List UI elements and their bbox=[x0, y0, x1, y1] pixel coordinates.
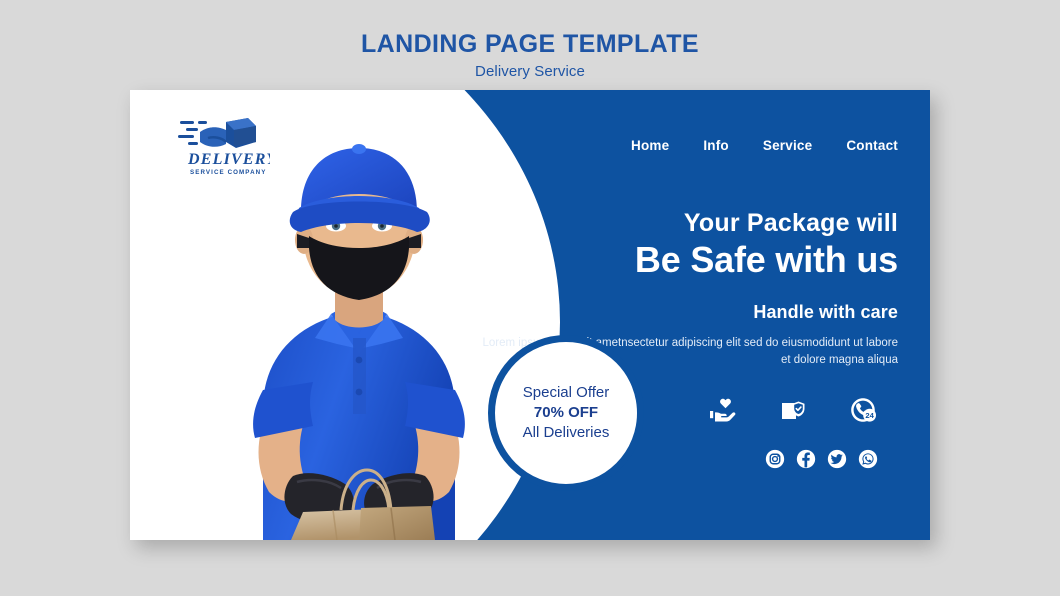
nav-item-home[interactable]: Home bbox=[631, 138, 669, 153]
page-subtitle: Delivery Service bbox=[475, 62, 585, 80]
box-shield-icon[interactable] bbox=[778, 395, 808, 425]
hero-line2: Be Safe with us bbox=[634, 238, 898, 280]
svg-text:24: 24 bbox=[865, 411, 874, 420]
facebook-icon[interactable] bbox=[796, 449, 816, 469]
svg-text:DELIVERY: DELIVERY bbox=[187, 151, 270, 168]
nav-item-info[interactable]: Info bbox=[703, 138, 729, 153]
hand-heart-icon[interactable] bbox=[708, 395, 738, 425]
landing-card: DELIVERY SERVICE COMPANY Home Info Servi… bbox=[130, 90, 930, 540]
twitter-icon[interactable] bbox=[827, 449, 847, 469]
hero-subheading: Handle with care bbox=[753, 301, 898, 322]
whatsapp-icon[interactable] bbox=[858, 449, 878, 469]
page-title: LANDING PAGE TEMPLATE bbox=[360, 30, 700, 58]
instagram-icon[interactable] bbox=[765, 449, 785, 469]
main-navigation[interactable]: Home Info Service Contact bbox=[631, 138, 898, 153]
offer-line3: All Deliveries bbox=[522, 424, 610, 442]
svg-text:SERVICE COMPANY: SERVICE COMPANY bbox=[190, 169, 266, 176]
nav-item-service[interactable]: Service bbox=[763, 138, 812, 153]
phone-24-icon[interactable]: 24 bbox=[848, 395, 878, 425]
nav-item-contact[interactable]: Contact bbox=[846, 138, 898, 153]
special-offer-badge[interactable]: Special Offer 70% OFF All Deliveries bbox=[488, 335, 644, 491]
page-heading: LANDING PAGE TEMPLATE Delivery Service bbox=[0, 30, 1060, 80]
offer-line2: 70% OFF bbox=[533, 403, 599, 421]
landing-page-template: LANDING PAGE TEMPLATE Delivery Service D… bbox=[0, 0, 1060, 596]
offer-line1: Special Offer bbox=[522, 383, 610, 401]
company-logo[interactable]: DELIVERY SERVICE COMPANY bbox=[178, 112, 270, 180]
hero-line1: Your Package will bbox=[683, 209, 898, 237]
